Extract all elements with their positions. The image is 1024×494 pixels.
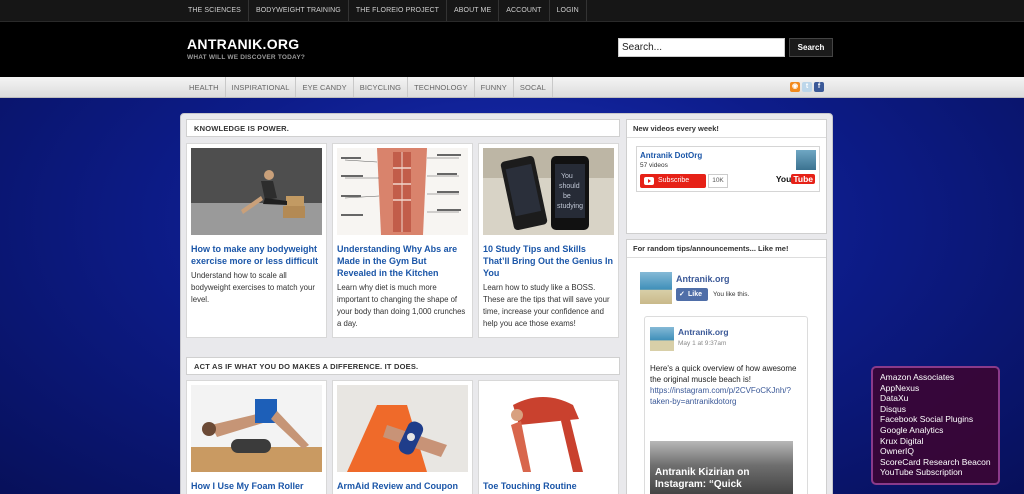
post-thumbnail[interactable] (191, 385, 322, 472)
youtube-video-count: 57 videos (640, 162, 668, 169)
post-title[interactable]: Understanding Why Abs are Made in the Gy… (337, 243, 468, 279)
site-tagline: WHAT WILL WE DISCOVER TODAY? (187, 54, 306, 61)
facebook-post: Antranik.org May 1 at 9:37am Here's a qu… (644, 316, 808, 494)
post-title[interactable]: ArmAid Review and Coupon (337, 480, 468, 492)
top-nav: THE SCIENCES BODYWEIGHT TRAINING THE FLO… (0, 0, 1024, 22)
catnav-socal[interactable]: SOCAL (514, 77, 553, 97)
facebook-page-name[interactable]: Antranik.org (676, 274, 730, 284)
tracker-item[interactable]: Google Analytics (880, 425, 991, 436)
section-header-difference: ACT AS IF WHAT YOU DO MAKES A DIFFERENCE… (186, 357, 620, 375)
social-icons: ◉ t f (790, 82, 824, 92)
facebook-post-media[interactable]: Antranik Kizirian on Instagram: “Quick (650, 441, 793, 494)
youtube-subscriber-count: 10K (708, 174, 728, 188)
svg-text:You: You (561, 173, 573, 180)
category-nav: HEALTH INSPIRATIONAL EYE CANDY BICYCLING… (0, 77, 1024, 98)
catnav-inspirational[interactable]: INSPIRATIONAL (226, 77, 297, 97)
post-title[interactable]: Toe Touching Routine (483, 480, 614, 492)
post-title[interactable]: How I Use My Foam Roller (191, 480, 322, 492)
facebook-post-avatar[interactable] (650, 327, 674, 351)
catnav-bicycling[interactable]: BICYCLING (354, 77, 409, 97)
youtube-channel-name[interactable]: Antranik DotOrg (640, 151, 702, 160)
tracker-item[interactable]: DataXu (880, 393, 991, 404)
search-input[interactable] (618, 38, 785, 57)
post-card[interactable]: ArmAid Review and Coupon (332, 380, 473, 494)
facebook-like-button[interactable]: Like (676, 288, 708, 301)
tracker-item[interactable]: ScoreCard Research Beacon (880, 457, 991, 468)
post-excerpt: Learn why diet is much more important to… (337, 283, 466, 328)
post-card[interactable]: You should be studying 10 Study Tips and S… (478, 143, 619, 338)
twitter-icon[interactable]: t (802, 82, 812, 92)
youtube-play-icon (644, 177, 654, 185)
svg-text:should: should (559, 183, 580, 190)
youtube-channel-avatar[interactable] (796, 150, 816, 170)
tracker-item[interactable]: YouTube Subscription (880, 467, 991, 478)
post-card[interactable]: How I Use My Foam Roller (186, 380, 327, 494)
tracker-list-popup[interactable]: Amazon Associates AppNexus DataXu Disqus… (871, 366, 1000, 485)
catnav-health[interactable]: HEALTH (183, 77, 226, 97)
post-excerpt: Understand how to scale all bodyweight e… (191, 271, 315, 304)
facebook-post-body: Here's a quick overview of how awesome t… (650, 364, 797, 384)
topnav-floreio-project[interactable]: THE FLOREIO PROJECT (349, 0, 447, 21)
post-thumbnail[interactable] (483, 385, 614, 472)
facebook-widget-title: For random tips/announcements... Like me… (627, 240, 826, 258)
tracker-item[interactable]: OwnerIQ (880, 446, 991, 457)
post-thumbnail[interactable] (337, 385, 468, 472)
catnav-technology[interactable]: TECHNOLOGY (408, 77, 475, 97)
post-excerpt: Learn how to study like a BOSS. These ar… (483, 283, 610, 328)
catnav-eye-candy[interactable]: EYE CANDY (296, 77, 354, 97)
tracker-item[interactable]: Facebook Social Plugins (880, 414, 991, 425)
post-thumbnail[interactable]: You should be studying (483, 148, 614, 235)
post-card[interactable]: How to make any bodyweight exercise more… (186, 143, 327, 338)
tracker-item[interactable]: Amazon Associates (880, 372, 991, 383)
site-header: ANTRANIK.ORG WHAT WILL WE DISCOVER TODAY… (0, 22, 1024, 77)
topnav-account[interactable]: ACCOUNT (499, 0, 550, 21)
topnav-about-me[interactable]: ABOUT ME (447, 0, 500, 21)
topnav-login[interactable]: LOGIN (550, 0, 587, 21)
svg-text:studying: studying (557, 203, 583, 210)
tracker-item[interactable]: Disqus (880, 404, 991, 415)
facebook-page-avatar[interactable] (640, 272, 672, 304)
tracker-item[interactable]: Krux Digital (880, 436, 991, 447)
post-card[interactable]: Toe Touching Routine (478, 380, 619, 494)
tracker-item[interactable]: AppNexus (880, 383, 991, 394)
youtube-subscribe-label: Subscribe (658, 177, 690, 184)
facebook-post-text: Here's a quick overview of how awesome t… (650, 363, 798, 407)
facebook-post-media-caption: Antranik Kizirian on Instagram: “Quick (655, 467, 750, 490)
youtube-logo-tube: Tube (791, 174, 815, 184)
topnav-bodyweight-training[interactable]: BODYWEIGHT TRAINING (249, 0, 349, 21)
facebook-page-plugin: Antranik.org Like You like this. Antrani… (636, 258, 820, 494)
post-title[interactable]: 10 Study Tips and Skills That’ll Bring O… (483, 243, 614, 279)
youtube-logo-you: You (775, 174, 792, 184)
youtube-widget-title: New videos every week! (627, 120, 826, 138)
facebook-post-author[interactable]: Antranik.org (678, 327, 729, 337)
facebook-you-like-text: You like this. (713, 291, 750, 298)
youtube-logo: You Tube (776, 174, 815, 184)
site-title[interactable]: ANTRANIK.ORG (187, 36, 299, 52)
post-thumbnail[interactable] (337, 148, 468, 235)
youtube-subscribe-box: Antranik DotOrg 57 videos Subscribe 10K … (636, 146, 820, 192)
search-button[interactable]: Search (789, 38, 833, 57)
facebook-icon[interactable]: f (814, 82, 824, 92)
catnav-funny[interactable]: FUNNY (475, 77, 514, 97)
svg-text:be: be (563, 193, 571, 200)
topnav-the-sciences[interactable]: THE SCIENCES (181, 0, 249, 21)
youtube-subscribe-button[interactable]: Subscribe (640, 174, 706, 188)
facebook-post-link[interactable]: https://instagram.com/p/2CVFoCKJnh/?take… (650, 386, 791, 406)
post-title[interactable]: How to make any bodyweight exercise more… (191, 243, 322, 267)
post-card[interactable]: Understanding Why Abs are Made in the Gy… (332, 143, 473, 338)
post-thumbnail[interactable] (191, 148, 322, 235)
section-header-knowledge: KNOWLEDGE IS POWER. (186, 119, 620, 137)
facebook-post-time[interactable]: May 1 at 9:37am (678, 340, 726, 347)
rss-icon[interactable]: ◉ (790, 82, 800, 92)
